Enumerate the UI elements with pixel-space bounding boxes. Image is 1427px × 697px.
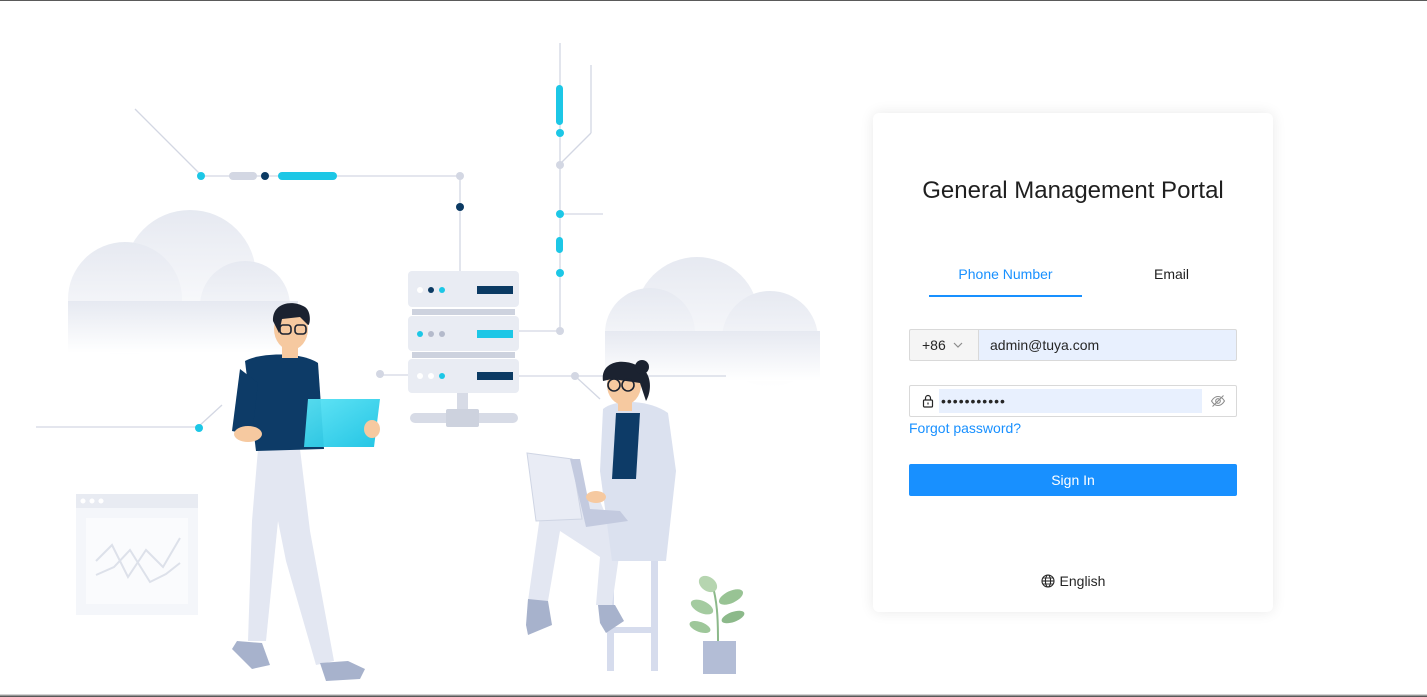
cloud-left [68, 210, 298, 356]
language-switcher[interactable]: English [873, 573, 1273, 589]
phone-number-row: +86 [909, 329, 1237, 361]
globe-icon [1040, 574, 1055, 588]
login-method-tabs: Phone Number Email [929, 263, 1216, 297]
lock-icon [922, 394, 934, 408]
man-with-tablet [232, 303, 380, 681]
password-input[interactable] [939, 389, 1202, 413]
login-card: General Management Portal Phone Number E… [873, 113, 1273, 612]
login-page: General Management Portal Phone Number E… [0, 0, 1427, 697]
country-code-select[interactable]: +86 [909, 329, 978, 361]
sign-in-button[interactable]: Sign In [909, 464, 1237, 496]
server-rack [408, 271, 519, 427]
language-label: English [1059, 573, 1106, 589]
tab-email[interactable]: Email [1109, 263, 1234, 297]
chevron-down-icon [953, 342, 963, 348]
phone-number-input[interactable] [978, 329, 1237, 361]
potted-plant [689, 575, 745, 674]
country-code-value: +86 [922, 337, 946, 353]
portal-title: General Management Portal [922, 177, 1224, 204]
tab-phone-number[interactable]: Phone Number [929, 263, 1082, 297]
dashboard-window [76, 494, 198, 615]
woman-with-laptop [526, 360, 676, 671]
forgot-password-link[interactable]: Forgot password? [909, 418, 1021, 438]
password-field [909, 385, 1237, 417]
hero-illustration [36, 43, 820, 681]
eye-invisible-icon[interactable] [1210, 393, 1226, 409]
